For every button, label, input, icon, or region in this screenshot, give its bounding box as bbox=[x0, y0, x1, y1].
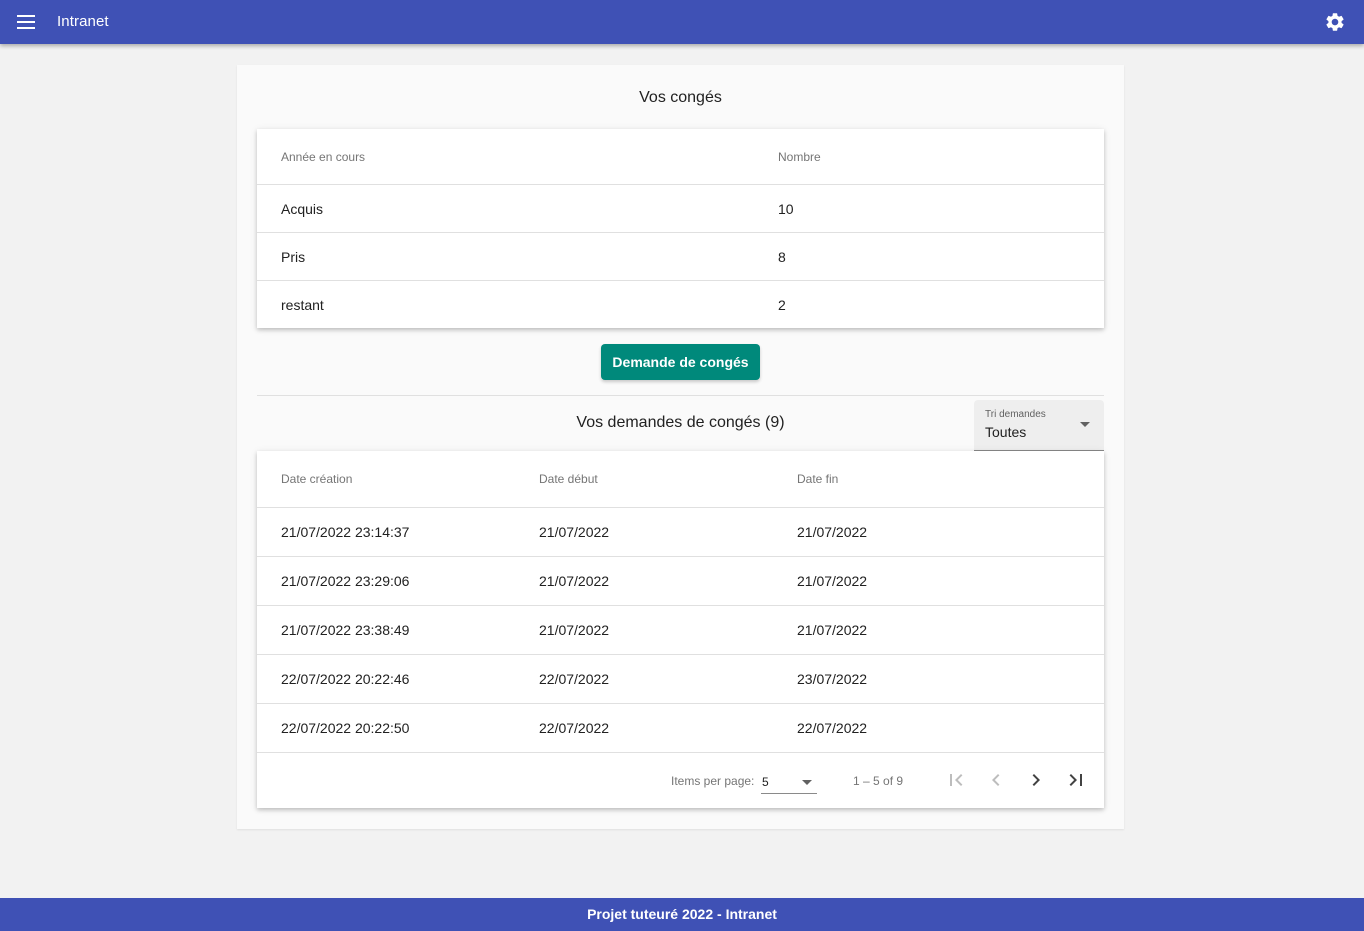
table-row: 21/07/2022 23:14:37 21/07/2022 21/07/202… bbox=[257, 508, 1104, 557]
table-row: restant 2 bbox=[257, 281, 1104, 328]
column-header-start: Date début bbox=[539, 472, 598, 486]
cell-start: 21/07/2022 bbox=[539, 524, 610, 540]
cell-end: 23/07/2022 bbox=[797, 671, 868, 687]
column-header-count: Nombre bbox=[778, 149, 821, 164]
cell-created: 21/07/2022 23:14:37 bbox=[281, 524, 410, 540]
paginator: Items per page: 5 1 – 5 of 9 bbox=[257, 753, 1104, 808]
items-per-page-value: 5 bbox=[762, 775, 769, 789]
leave-summary-table: Année en cours Nombre Acquis 10 Pris 8 r… bbox=[257, 129, 1104, 328]
cell-start: 21/07/2022 bbox=[539, 573, 610, 589]
row-value: 8 bbox=[778, 248, 786, 265]
row-value: 10 bbox=[778, 200, 794, 217]
divider bbox=[257, 395, 1104, 396]
cell-end: 22/07/2022 bbox=[797, 720, 868, 736]
table-row: 22/07/2022 20:22:46 22/07/2022 23/07/202… bbox=[257, 655, 1104, 704]
column-header-end: Date fin bbox=[797, 472, 839, 486]
last-page-icon[interactable] bbox=[1064, 768, 1088, 792]
cell-created: 22/07/2022 20:22:50 bbox=[281, 720, 410, 736]
cell-created: 21/07/2022 23:38:49 bbox=[281, 622, 410, 638]
app-title: Intranet bbox=[57, 13, 109, 30]
page-range-label: 1 – 5 of 9 bbox=[853, 774, 904, 788]
first-page-icon[interactable] bbox=[944, 768, 968, 792]
row-label: Acquis bbox=[281, 200, 324, 217]
cell-created: 22/07/2022 20:22:46 bbox=[281, 671, 410, 687]
leave-card: Vos congés Année en cours Nombre Acquis … bbox=[237, 65, 1124, 829]
dropdown-arrow-icon bbox=[1080, 422, 1090, 427]
column-header-year: Année en cours bbox=[281, 149, 366, 164]
leave-summary-title: Vos congés bbox=[639, 89, 722, 106]
row-label: restant bbox=[281, 296, 324, 313]
menu-icon[interactable] bbox=[14, 12, 38, 32]
items-per-page-label: Items per page: bbox=[671, 774, 755, 788]
cell-end: 21/07/2022 bbox=[797, 622, 868, 638]
table-row: Pris 8 bbox=[257, 233, 1104, 281]
sort-requests-label: Tri demandes bbox=[985, 409, 1046, 420]
table-header-row: Date création Date début Date fin bbox=[257, 451, 1104, 508]
table-row: 22/07/2022 20:22:50 22/07/2022 22/07/202… bbox=[257, 704, 1104, 753]
sort-requests-value: Toutes bbox=[985, 424, 1027, 440]
column-header-created: Date création bbox=[281, 472, 353, 486]
row-value: 2 bbox=[778, 296, 786, 313]
cell-end: 21/07/2022 bbox=[797, 573, 868, 589]
sort-requests-select[interactable]: Tri demandes Toutes bbox=[974, 400, 1104, 451]
table-row: 21/07/2022 23:29:06 21/07/2022 21/07/202… bbox=[257, 557, 1104, 606]
items-per-page-select[interactable]: 5 bbox=[761, 769, 817, 794]
gear-icon[interactable] bbox=[1324, 11, 1346, 33]
table-row: Acquis 10 bbox=[257, 185, 1104, 233]
leave-request-button[interactable]: Demande de congés bbox=[601, 344, 760, 380]
cell-start: 21/07/2022 bbox=[539, 622, 610, 638]
cell-created: 21/07/2022 23:29:06 bbox=[281, 573, 410, 589]
table-row: 21/07/2022 23:38:49 21/07/2022 21/07/202… bbox=[257, 606, 1104, 655]
requests-table: Date création Date début Date fin 21/07/… bbox=[257, 451, 1104, 808]
table-header-row: Année en cours Nombre bbox=[257, 129, 1104, 185]
row-label: Pris bbox=[281, 248, 306, 265]
cell-end: 21/07/2022 bbox=[797, 524, 868, 540]
next-page-icon[interactable] bbox=[1024, 768, 1048, 792]
cell-start: 22/07/2022 bbox=[539, 720, 610, 736]
cell-start: 22/07/2022 bbox=[539, 671, 610, 687]
dropdown-arrow-icon bbox=[802, 780, 812, 785]
top-toolbar: Intranet bbox=[0, 0, 1364, 44]
footer: Projet tuteuré 2022 - Intranet bbox=[0, 898, 1364, 931]
previous-page-icon[interactable] bbox=[984, 768, 1008, 792]
